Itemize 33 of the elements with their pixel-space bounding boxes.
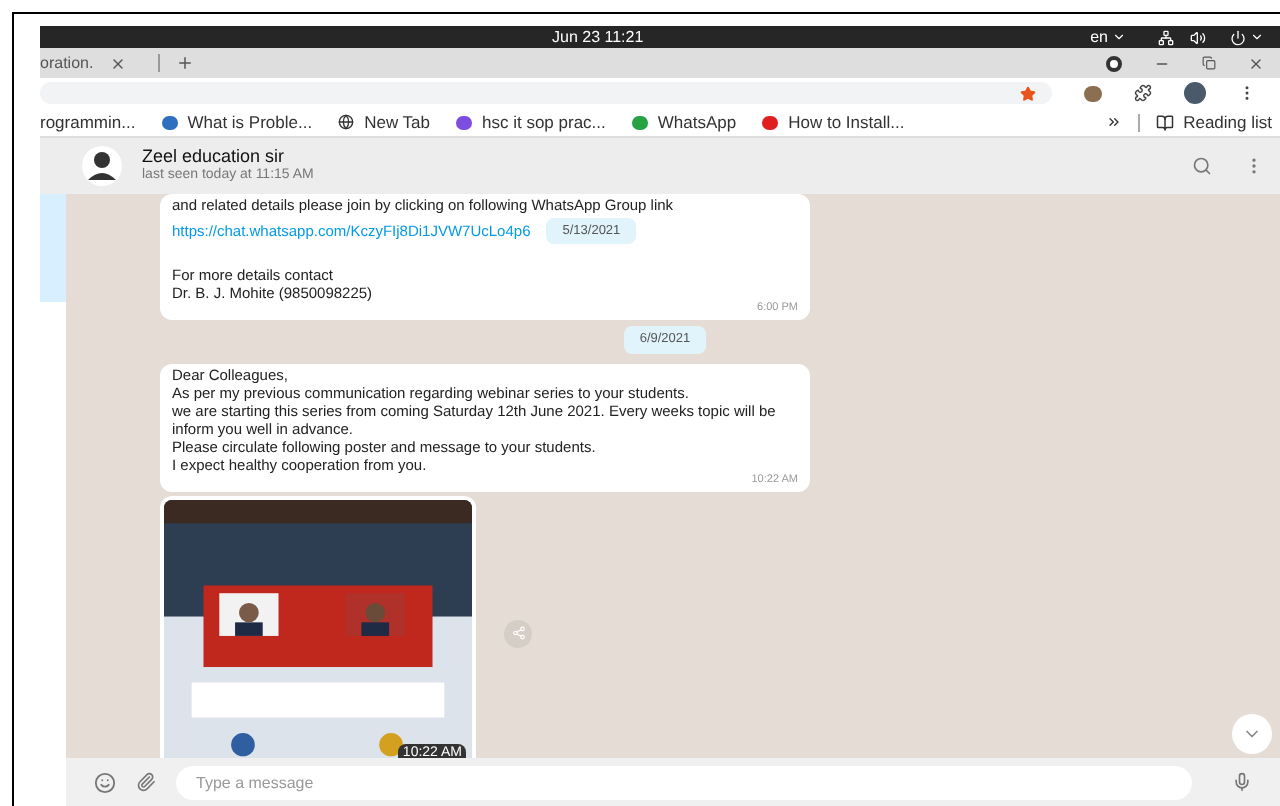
new-tab-icon[interactable] bbox=[175, 54, 194, 72]
restore-icon[interactable] bbox=[1202, 56, 1216, 70]
clock: Jun 23 11:21 bbox=[552, 25, 644, 49]
close-icon[interactable] bbox=[1248, 55, 1264, 71]
bookmark[interactable]: New Tab bbox=[338, 109, 430, 135]
reading-list-button[interactable]: Reading list bbox=[1155, 109, 1272, 135]
bookmark[interactable]: What is Proble... bbox=[161, 109, 313, 135]
avatar-icon[interactable] bbox=[1184, 82, 1206, 104]
emoji-icon[interactable] bbox=[94, 771, 116, 793]
avatar-icon[interactable] bbox=[82, 146, 122, 186]
dropdown-icon[interactable] bbox=[1250, 30, 1264, 44]
dropdown-icon[interactable] bbox=[1112, 30, 1126, 44]
bookmark[interactable]: hsc it sop prac... bbox=[456, 109, 606, 135]
book-icon bbox=[1155, 113, 1174, 131]
bookmark[interactable]: How to Install... bbox=[762, 109, 905, 135]
close-tab-icon[interactable] bbox=[109, 55, 126, 71]
network-icon[interactable] bbox=[1158, 29, 1174, 45]
more-bookmarks-icon[interactable] bbox=[1105, 114, 1122, 130]
bookmark-star-icon[interactable] bbox=[1020, 85, 1036, 101]
extension-icon[interactable] bbox=[1084, 85, 1102, 101]
attach-icon[interactable] bbox=[136, 772, 156, 792]
microphone-icon[interactable] bbox=[1232, 772, 1252, 792]
volume-icon[interactable] bbox=[1190, 29, 1206, 45]
message-input[interactable]: Type a message bbox=[176, 765, 1192, 799]
globe-icon bbox=[338, 114, 355, 130]
bookmark[interactable]: rogrammin... bbox=[40, 109, 136, 135]
language-indicator[interactable]: en bbox=[1090, 25, 1108, 49]
contact-name: Zeel education sir bbox=[142, 146, 287, 166]
bookmark[interactable]: WhatsApp bbox=[631, 109, 737, 135]
power-icon[interactable] bbox=[1230, 29, 1246, 45]
record-icon[interactable] bbox=[1106, 55, 1122, 71]
puzzle-icon[interactable] bbox=[1134, 84, 1152, 102]
search-icon[interactable] bbox=[1192, 156, 1212, 176]
